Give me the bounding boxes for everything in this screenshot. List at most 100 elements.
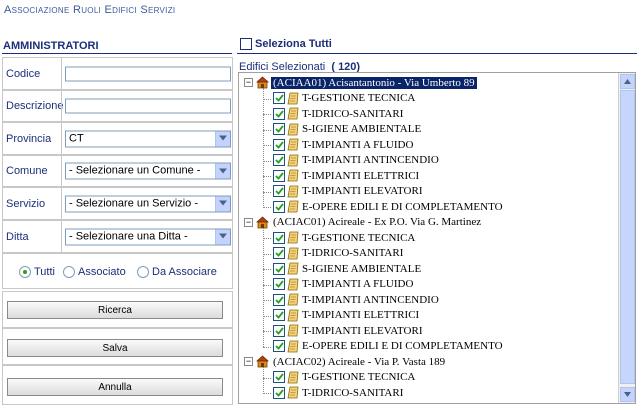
buildings-tree[interactable]: − (ACIAA01) Acisantantonio - Via Umberto … [238,72,636,404]
association-radios: Tutti Associato Da Associare [2,253,233,289]
service-icon [287,324,300,337]
service-label: T-IDRICO-SANITARI [302,386,404,399]
divider [61,188,62,219]
tree-connector [263,145,271,146]
select-all[interactable]: Seleziona Tutti [240,38,332,50]
service-label: T-IMPIANTI ELEVATORI [302,185,423,198]
service-checkbox[interactable] [273,309,285,322]
service-checkbox[interactable] [273,92,285,105]
service-label: E-OPERE EDILI E DI COMPLETAMENTO [302,340,503,353]
ricerca-button[interactable]: Ricerca [7,301,223,319]
scroll-up-button[interactable] [620,74,635,89]
comune-label: Comune [6,165,48,177]
tree-connector [263,393,271,394]
service-checkbox[interactable] [273,138,285,151]
service-label: T-IMPIANTI ELETTRICI [302,169,420,182]
service-label: T-GESTIONE TECNICA [302,371,416,384]
service-checkbox[interactable] [273,154,285,167]
service-checkbox[interactable] [273,200,285,213]
collapse-icon[interactable]: − [244,217,253,227]
descrizione-row: Descrizione [2,90,233,122]
codice-input[interactable] [65,66,231,81]
tree-connector [263,346,271,348]
service-checkbox[interactable] [273,123,285,136]
service-checkbox[interactable] [273,107,285,120]
annulla-row: Annulla [2,365,233,405]
service-checkbox[interactable] [273,169,285,182]
service-label: T-GESTIONE TECNICA [302,231,416,244]
chevron-down-icon[interactable] [215,131,230,146]
chevron-down-icon[interactable] [215,196,230,211]
salva-button[interactable]: Salva [7,339,223,357]
vertical-scrollbar[interactable] [618,73,635,403]
radio-associato-button[interactable] [63,266,75,278]
scroll-down-button[interactable] [620,387,635,402]
service-checkbox[interactable] [273,247,285,260]
select-all-divider [237,53,637,54]
divider [61,58,62,89]
select-all-checkbox[interactable] [240,38,252,50]
tree-connector [263,253,271,255]
service-checkbox[interactable] [273,340,285,353]
annulla-button[interactable]: Annulla [7,378,223,396]
service-icon [287,278,300,291]
radio-tutti-button[interactable] [19,266,31,278]
building-label[interactable]: (ACIAA01) Acisantantonio - Via Umberto 8… [271,76,477,89]
select-all-label: Seleziona Tutti [255,38,332,50]
tree-connector [263,88,264,208]
radio-da-associare-label: Da Associare [152,266,217,278]
chevron-down-icon [624,392,631,397]
tree-connector [263,284,271,286]
service-label: T-IDRICO-SANITARI [302,107,404,120]
chevron-down-icon[interactable] [215,229,230,244]
service-icon [287,231,300,244]
provincia-label: Provincia [6,132,52,145]
service-icon [287,293,300,306]
divider [61,123,62,154]
ricerca-row: Ricerca [2,291,233,328]
radio-da-associare-button[interactable] [137,266,149,278]
collapse-icon[interactable]: − [244,357,253,367]
building-label[interactable]: (ACIAC01) Acireale - Ex P.O. Via G. Mart… [271,216,483,228]
tree-connector [263,300,271,301]
scroll-thumb[interactable] [620,90,635,384]
service-checkbox[interactable] [273,262,285,275]
service-checkbox[interactable] [273,231,285,244]
service-label: T-IDRICO-SANITARI [302,247,404,260]
servizio-select[interactable]: - Selezionare un Servizio - [65,195,231,212]
servizio-label: Servizio [6,197,46,210]
service-icon [287,262,300,275]
service-icon [287,107,300,120]
service-icon [287,138,300,151]
radio-da-associare[interactable]: Da Associare [137,266,217,278]
provincia-value: CT [69,132,84,144]
comune-row: Comune - Selezionare un Comune - [2,155,233,187]
service-checkbox[interactable] [273,278,285,291]
chevron-down-icon[interactable] [215,163,230,179]
building-label[interactable]: (ACIAC02) Acireale - Via P. Vasta 189 [271,356,447,368]
service-checkbox[interactable] [273,386,285,399]
radio-associato[interactable]: Associato [63,266,126,278]
tree-connector [263,160,271,162]
service-checkbox[interactable] [273,371,285,384]
tree-connector [263,191,271,193]
service-checkbox[interactable] [273,324,285,337]
tree-connector [263,176,271,177]
radio-tutti[interactable]: Tutti [19,266,55,278]
service-icon [287,185,300,198]
provincia-select[interactable]: CT [65,130,231,147]
tree-connector [263,227,264,347]
descrizione-input[interactable] [65,98,231,114]
divider [61,156,62,186]
page-title: Associazione Ruoli Edifici Servizi [4,4,176,16]
service-checkbox[interactable] [273,293,285,306]
collapse-icon[interactable]: − [244,78,253,88]
ditta-select[interactable]: - Selezionare una Ditta - [65,228,231,245]
servizio-value: - Selezionare un Servizio - [69,197,199,209]
service-checkbox[interactable] [273,185,285,198]
service-icon [287,154,300,167]
service-icon [287,371,300,384]
radio-tutti-label: Tutti [34,266,55,278]
ditta-row: Ditta - Selezionare una Ditta - [2,220,233,253]
comune-select[interactable]: - Selezionare un Comune - [65,162,231,180]
